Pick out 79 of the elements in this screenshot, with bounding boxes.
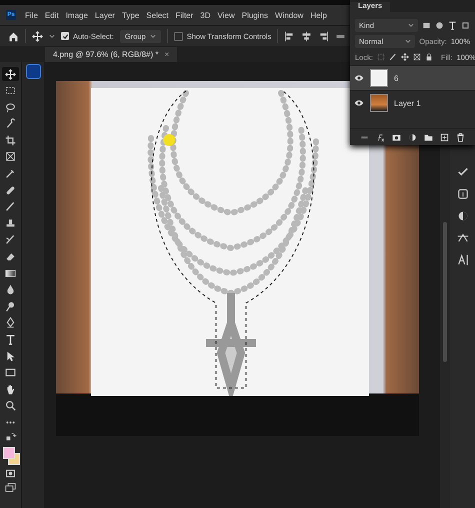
menu-item[interactable]: Help [310, 10, 327, 20]
lasso-icon [5, 102, 16, 113]
checkbox-box[interactable] [61, 32, 69, 40]
foreground-color-swatch[interactable] [3, 446, 15, 459]
history-brush-icon [5, 234, 16, 246]
new-layer-icon[interactable] [440, 132, 449, 142]
fx-icon[interactable] [376, 132, 385, 142]
tool-button[interactable] [2, 67, 19, 81]
layer-row[interactable]: Layer 1 [350, 90, 475, 115]
home-icon[interactable] [8, 30, 19, 42]
menu-item[interactable]: File [25, 10, 38, 20]
menu-item[interactable]: Window [274, 10, 304, 20]
artboard-icon[interactable] [412, 53, 421, 61]
brush-icon [5, 201, 16, 212]
swap-colors-icon[interactable] [4, 432, 18, 442]
character-icon[interactable] [456, 254, 468, 266]
move-icon[interactable] [400, 53, 409, 61]
zoom-icon [5, 400, 16, 412]
ai-assistant-icon[interactable] [26, 64, 40, 79]
lock-icon[interactable] [424, 53, 433, 61]
eye-icon[interactable] [354, 98, 364, 108]
pen-icon [5, 317, 16, 328]
mask-icon[interactable] [392, 132, 401, 142]
menu-item[interactable]: Plugins [242, 10, 268, 20]
menu-item[interactable]: Image [66, 10, 88, 20]
type-filter-icon[interactable] [448, 20, 457, 30]
stamp-icon [5, 218, 16, 229]
move-icon [5, 68, 16, 80]
eraser-icon [5, 251, 16, 262]
layer-thumbnail [370, 69, 388, 87]
hand-icon [5, 384, 16, 395]
drop-icon [5, 284, 16, 296]
layer-thumbnail [370, 94, 388, 112]
image-filter-icon[interactable] [422, 20, 431, 30]
align-center-icon[interactable] [301, 30, 312, 42]
menu-item[interactable]: Layer [94, 10, 115, 20]
lollipop-icon [5, 300, 16, 312]
move-icon[interactable] [32, 30, 43, 42]
marquee-icon [5, 85, 16, 96]
quick-mask-icon[interactable] [5, 468, 16, 480]
layer-row[interactable]: 6 [350, 65, 475, 90]
document-tab[interactable]: 4.png @ 97.6% (6, RGB/8#) * × [45, 47, 178, 62]
type-icon [5, 334, 16, 345]
caret-icon [150, 33, 156, 39]
menu-item[interactable]: Select [146, 10, 169, 20]
scrollbar-thumb[interactable] [443, 222, 447, 362]
brush-icon[interactable] [388, 53, 397, 61]
menu-item[interactable]: Type [122, 10, 140, 20]
adjustment-filter-icon[interactable] [435, 20, 444, 30]
caret-icon [405, 38, 412, 44]
screen-mode-icon[interactable] [5, 482, 16, 493]
eyedropper-icon [5, 168, 16, 180]
checkbox-box[interactable] [174, 32, 183, 40]
menu-item[interactable]: Edit [44, 10, 59, 20]
folder-icon[interactable] [424, 132, 433, 142]
close-button[interactable]: × [164, 50, 170, 59]
adjustments-icon[interactable] [456, 210, 468, 222]
eye-icon[interactable] [354, 73, 364, 83]
trash-icon[interactable] [456, 132, 465, 142]
menu-item[interactable]: View [218, 10, 235, 20]
menu-item[interactable]: Filter [176, 10, 194, 20]
frame-icon [5, 151, 16, 162]
align-right-icon[interactable] [318, 30, 330, 42]
menu-item[interactable]: 3D [200, 10, 211, 20]
check-icon[interactable] [456, 166, 468, 178]
layer-name: 6 [394, 74, 398, 82]
gradient-icon [5, 268, 16, 279]
properties-icon[interactable] [456, 188, 468, 200]
pointer-icon [5, 350, 16, 362]
brush-selection-icon [5, 118, 16, 130]
shape-filter-icon[interactable] [461, 20, 470, 30]
adjustment-layer-icon[interactable] [408, 132, 417, 142]
caret-icon [408, 22, 414, 28]
lock-pixels-icon[interactable] [376, 53, 385, 61]
layer-name: Layer 1 [394, 98, 421, 108]
align-left-icon[interactable] [284, 30, 296, 42]
caret-icon[interactable] [49, 33, 55, 39]
crop-icon [5, 134, 16, 146]
rectangle-icon [5, 367, 16, 378]
